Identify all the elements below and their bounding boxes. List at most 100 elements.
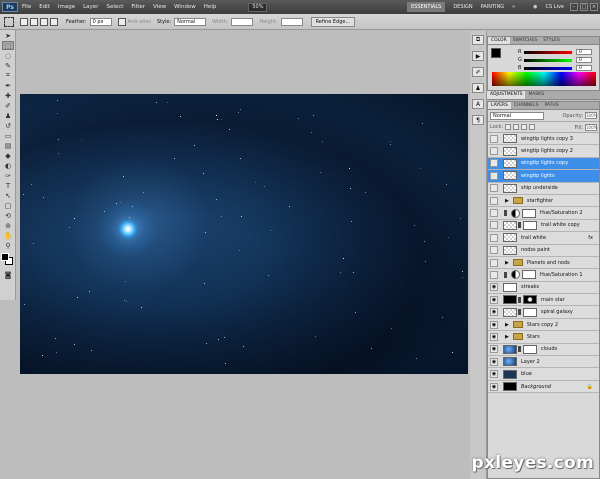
menu-edit[interactable]: Edit xyxy=(39,4,50,10)
width-input[interactable] xyxy=(231,17,254,26)
layer-row[interactable]: wingtip lights copy 2 xyxy=(488,145,599,158)
mask-link-icon[interactable] xyxy=(518,296,521,303)
layer-name[interactable]: Hue/Saturation 2 xyxy=(540,210,583,216)
layer-name[interactable]: spiral galaxy xyxy=(541,309,573,315)
layer-name[interactable]: nodss paint xyxy=(521,247,550,253)
move-tool-icon[interactable]: ➤ xyxy=(2,31,14,40)
layer-name[interactable]: wingtip lights copy xyxy=(521,160,568,166)
maximize-button[interactable]: □ xyxy=(580,3,588,11)
layer-row[interactable]: ship underside xyxy=(488,182,599,195)
visibility-eye-icon[interactable] xyxy=(490,147,498,156)
layer-name[interactable]: Hue/Saturation 1 xyxy=(540,272,583,278)
refine-edge-button[interactable]: Refine Edge... xyxy=(310,16,356,27)
menu-help[interactable]: Help xyxy=(204,4,217,10)
visibility-eye-icon[interactable] xyxy=(490,308,498,317)
mask-link-icon[interactable] xyxy=(518,346,521,353)
blur-tool-icon[interactable]: ◆ xyxy=(2,151,14,160)
visibility-eye-icon[interactable] xyxy=(490,332,498,341)
foreground-color-swatch[interactable] xyxy=(1,253,9,261)
clone-stamp-icon[interactable]: ♟ xyxy=(2,111,14,120)
layer-thumbnail[interactable] xyxy=(503,171,517,181)
layer-name[interactable]: Stars copy 2 xyxy=(527,322,558,328)
layer-thumbnail[interactable] xyxy=(503,183,517,193)
tab-channels[interactable]: CHANNELS xyxy=(511,102,542,109)
subtract-selection-icon[interactable] xyxy=(40,17,48,26)
layer-mask-thumbnail[interactable] xyxy=(523,307,537,317)
zoom-level-dropdown[interactable]: 50% xyxy=(248,2,268,12)
new-selection-icon[interactable] xyxy=(20,17,28,26)
tab-paths[interactable]: PATHS xyxy=(541,102,561,109)
blend-mode-dropdown[interactable]: Normal xyxy=(490,111,544,120)
lock-transparency-icon[interactable] xyxy=(505,124,512,130)
layer-mask-thumbnail[interactable] xyxy=(522,270,536,280)
clone-source-icon[interactable]: ♟ xyxy=(472,83,484,93)
layer-row[interactable]: ▶ Stars copy 2 xyxy=(488,318,599,332)
minimize-button[interactable]: – xyxy=(570,3,578,11)
layer-name[interactable]: clouds xyxy=(541,346,557,352)
layer-name[interactable]: Layer 2 xyxy=(521,359,540,365)
tab-swatches[interactable]: SWATCHES xyxy=(510,37,541,44)
layer-thumbnail[interactable] xyxy=(503,245,517,255)
blue-value-input[interactable]: 0 xyxy=(576,65,592,71)
visibility-eye-icon[interactable] xyxy=(490,221,498,230)
crop-tool-icon[interactable]: ⌗ xyxy=(2,71,14,80)
layer-row[interactable]: main star xyxy=(488,294,599,307)
layer-thumbnail[interactable] xyxy=(503,282,517,292)
gradient-tool-icon[interactable]: ▤ xyxy=(2,141,14,150)
layer-row[interactable]: ▶ starfighter xyxy=(488,194,599,208)
layer-mask-thumbnail[interactable] xyxy=(523,295,537,305)
color-swatches[interactable] xyxy=(0,251,15,269)
layer-name[interactable]: Background xyxy=(521,384,551,390)
visibility-eye-icon[interactable] xyxy=(490,196,498,205)
visibility-eye-icon[interactable] xyxy=(490,370,498,379)
intersect-selection-icon[interactable] xyxy=(50,17,58,26)
layer-row[interactable]: streaks xyxy=(488,281,599,295)
layer-name[interactable]: wingtip lights copy 3 xyxy=(521,136,573,142)
layer-row[interactable]: Layer 2 xyxy=(488,356,599,369)
layer-thumbnail[interactable] xyxy=(503,369,517,379)
feather-input[interactable]: 0 px xyxy=(89,17,112,26)
tab-adjustments[interactable]: ADJUSTMENTS xyxy=(487,91,526,99)
layer-row[interactable]: trail white fx xyxy=(488,232,599,245)
layer-thumbnail[interactable] xyxy=(503,295,517,305)
menu-select[interactable]: Select xyxy=(106,4,123,10)
layer-row[interactable]: ▶ Stars xyxy=(488,331,599,344)
3d-rotate-icon[interactable]: ⟲ xyxy=(2,211,14,220)
layer-mask-thumbnail[interactable] xyxy=(523,344,537,354)
visibility-eye-icon[interactable] xyxy=(490,258,498,267)
visibility-eye-icon[interactable] xyxy=(490,233,498,242)
pen-tool-icon[interactable]: ✑ xyxy=(2,171,14,180)
paragraph-panel-icon[interactable]: ¶ xyxy=(472,115,484,125)
layer-thumbnail[interactable] xyxy=(503,344,517,354)
layer-row[interactable]: ▶ Planets and nods xyxy=(488,256,599,270)
rectangular-marquee-icon[interactable]: ⬚ xyxy=(2,41,14,50)
group-expand-arrow-icon[interactable]: ▶ xyxy=(505,260,509,266)
lasso-tool-icon[interactable]: ◌ xyxy=(2,51,14,60)
green-slider[interactable] xyxy=(524,58,572,62)
visibility-eye-icon[interactable] xyxy=(490,295,498,304)
opacity-input[interactable]: 100% xyxy=(585,112,597,119)
layer-row[interactable]: wingtip lights copy xyxy=(488,157,599,171)
menu-view[interactable]: View xyxy=(153,4,166,10)
tab-color[interactable]: COLOR xyxy=(488,37,510,44)
blue-slider[interactable] xyxy=(524,66,572,70)
layer-row[interactable]: blue xyxy=(488,368,599,381)
visibility-eye-icon[interactable] xyxy=(490,159,498,168)
eyedropper-icon[interactable]: ✒ xyxy=(2,81,14,90)
layer-name[interactable]: trail white xyxy=(521,235,546,241)
layer-name[interactable]: trail white copy xyxy=(541,222,580,228)
red-value-input[interactable]: 0 xyxy=(576,49,592,55)
workspace-essentials[interactable]: ESSENTIALS xyxy=(407,2,446,12)
layer-name[interactable]: streaks xyxy=(521,284,539,290)
quick-mask-icon[interactable]: ◙ xyxy=(2,270,14,279)
layer-row[interactable]: nodss paint xyxy=(488,244,599,257)
close-button[interactable]: × xyxy=(590,3,598,11)
layer-name[interactable]: ship underside xyxy=(521,185,558,191)
layer-mask-thumbnail[interactable] xyxy=(523,220,537,230)
path-selection-icon[interactable]: ↖ xyxy=(2,191,14,200)
quick-selection-icon[interactable]: ✎ xyxy=(2,61,14,70)
layer-row[interactable]: Hue/Saturation 1 xyxy=(488,269,599,282)
layer-thumbnail[interactable] xyxy=(503,307,517,317)
layer-effects-icon[interactable]: fx xyxy=(588,235,593,241)
hand-tool-icon[interactable]: ✋ xyxy=(2,231,14,240)
